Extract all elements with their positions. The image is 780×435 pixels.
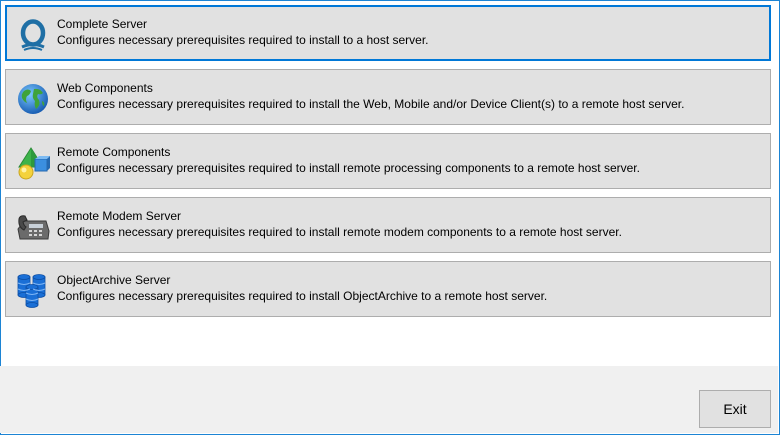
- option-description: Configures necessary prerequisites requi…: [57, 33, 429, 47]
- option-title: Complete Server: [57, 17, 148, 31]
- telephone-icon: [15, 209, 51, 245]
- database-icon: [15, 273, 51, 309]
- remote-components-option[interactable]: Remote Components Configures necessary p…: [5, 133, 771, 189]
- option-title: Web Components: [57, 81, 153, 95]
- shapes-icon: [15, 145, 51, 181]
- web-components-option[interactable]: Web Components Configures necessary prer…: [5, 69, 771, 125]
- footer-bar: [0, 366, 778, 433]
- exit-button[interactable]: Exit: [699, 390, 771, 428]
- option-title: ObjectArchive Server: [57, 273, 171, 287]
- option-title: Remote Modem Server: [57, 209, 182, 223]
- option-description: Configures necessary prerequisites requi…: [57, 225, 622, 239]
- globe-icon: [15, 81, 51, 117]
- q-logo-icon: [15, 17, 51, 53]
- option-description: Configures necessary prerequisites requi…: [57, 289, 548, 303]
- complete-server-option[interactable]: Complete Server Configures necessary pre…: [5, 5, 771, 61]
- option-title: Remote Components: [57, 145, 171, 159]
- option-description: Configures necessary prerequisites requi…: [57, 97, 685, 111]
- remote-modem-server-option[interactable]: Remote Modem Server Configures necessary…: [5, 197, 771, 253]
- objectarchive-server-option[interactable]: ObjectArchive Server Configures necessar…: [5, 261, 771, 317]
- option-description: Configures necessary prerequisites requi…: [57, 161, 640, 175]
